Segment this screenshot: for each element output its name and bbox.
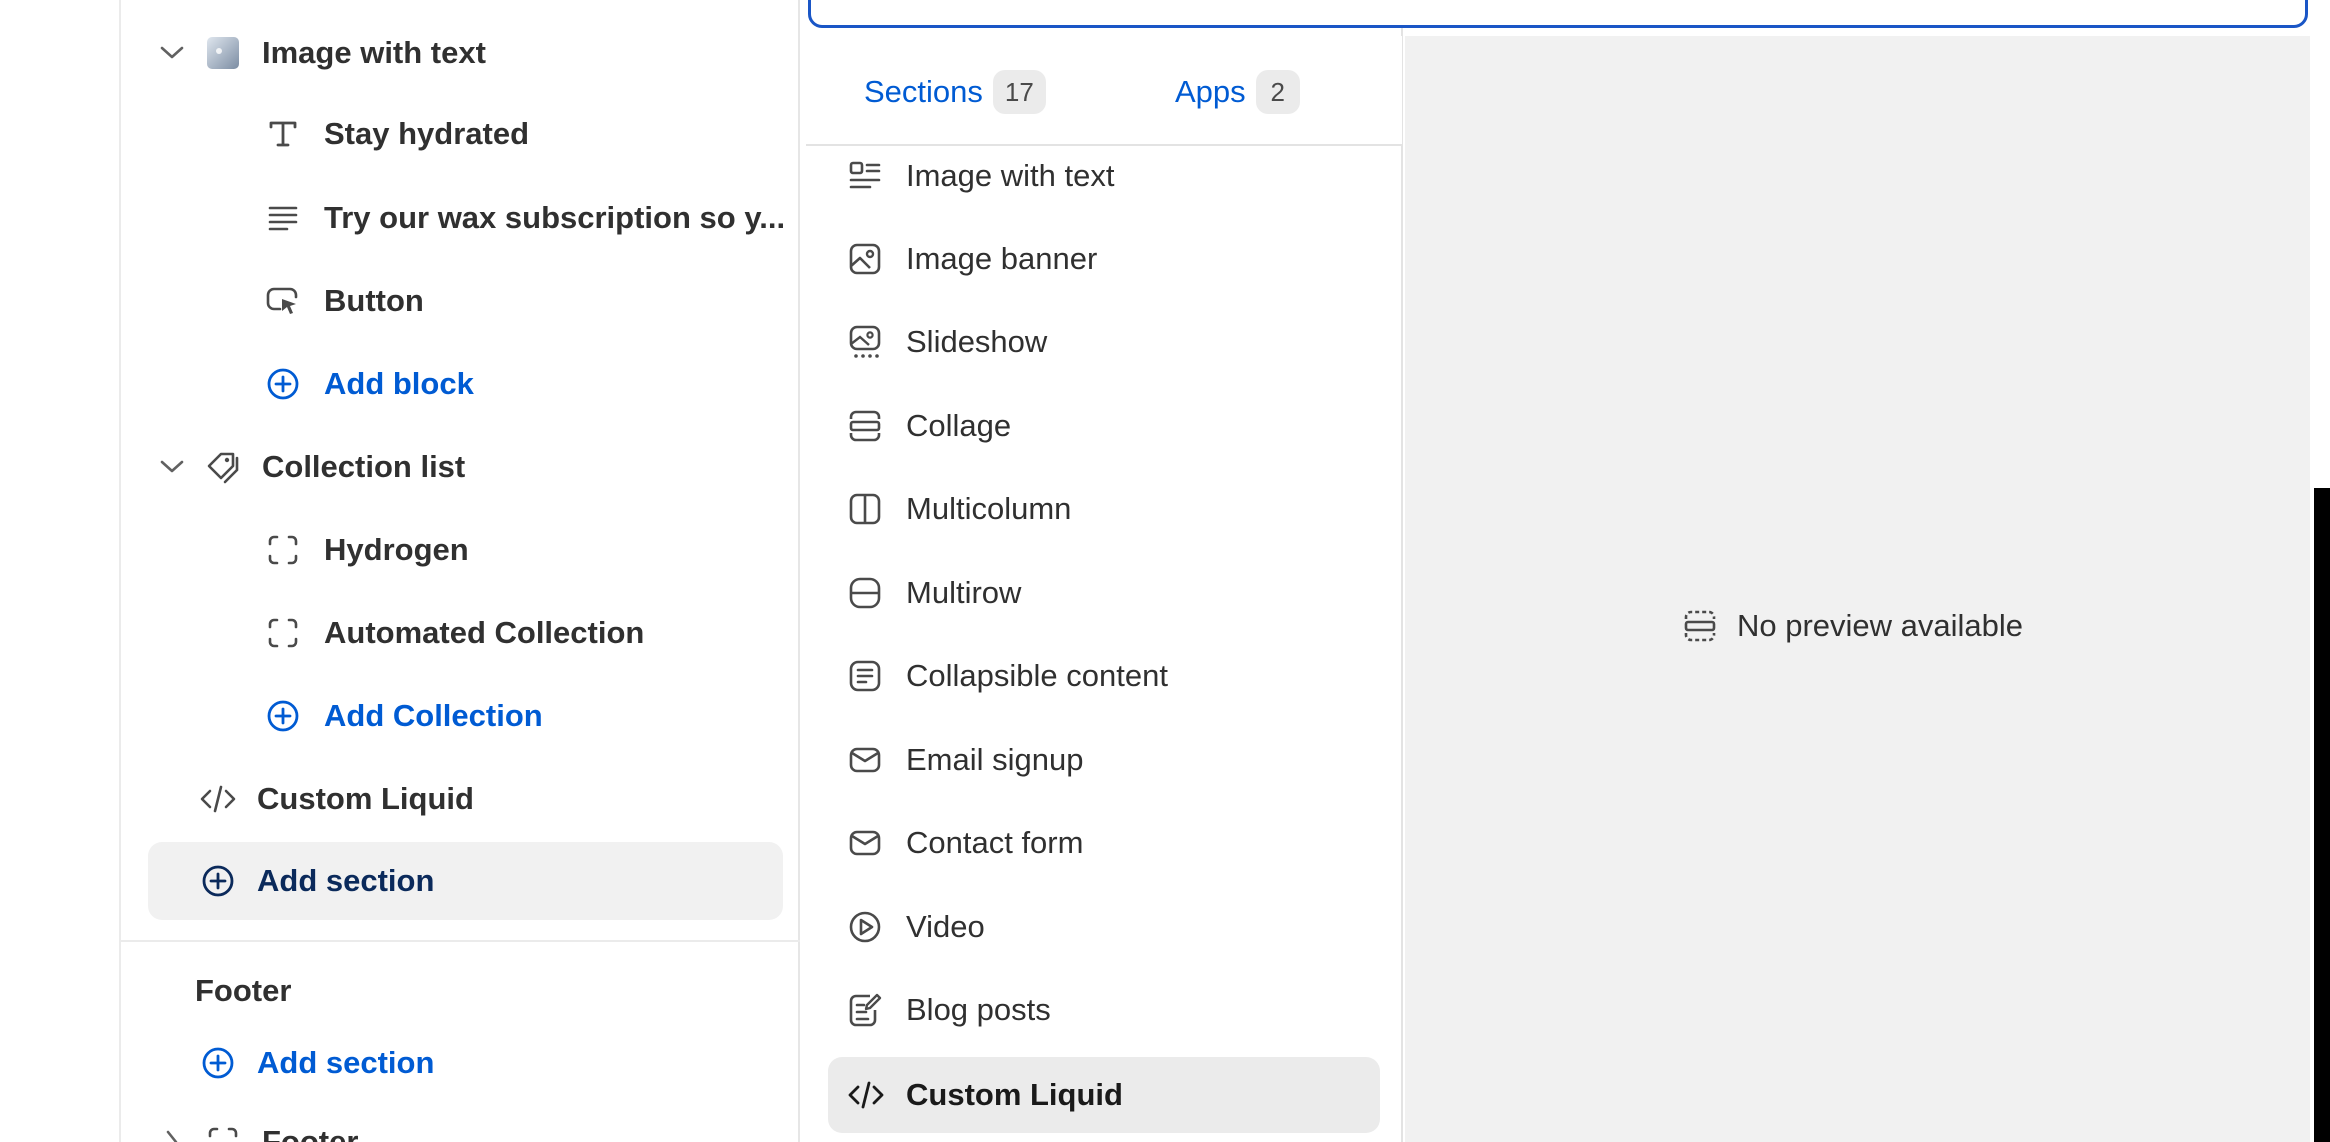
tag-icon (204, 448, 242, 486)
picker-item-label: Contact form (906, 825, 1084, 860)
section-preview (1405, 36, 2310, 1142)
plus-circle-icon (199, 862, 237, 900)
footer-group-heading: Footer (195, 953, 291, 1029)
chevron-down-icon[interactable] (158, 34, 186, 72)
dashed-square-icon (204, 1123, 242, 1142)
picker-item-image-banner[interactable]: Image banner (828, 219, 1380, 299)
footer-add-section-label: Add section (257, 1045, 435, 1080)
tab-sections-label: Sections (864, 74, 983, 109)
tree-block-stay-hydrated[interactable]: Stay hydrated (264, 96, 529, 172)
plus-circle-icon (264, 365, 302, 403)
picker-item-slideshow[interactable]: Slideshow (828, 302, 1380, 382)
picker-item-custom-liquid[interactable]: Custom Liquid (828, 1057, 1380, 1133)
tab-sections[interactable]: Sections 17 (864, 70, 1046, 114)
picker-item-label: Image banner (906, 241, 1098, 276)
picker-item-multicolumn[interactable]: Multicolumn (828, 469, 1380, 549)
tree-block-label: Try our wax subscription so y... (324, 200, 786, 235)
picker-item-collage[interactable]: Collage (828, 386, 1380, 466)
image-with-text-icon (828, 159, 898, 193)
section-search-input[interactable] (808, 0, 2308, 28)
picker-item-label: Blog posts (906, 992, 1051, 1027)
image-banner-icon (828, 242, 898, 276)
dashed-square-icon (264, 614, 302, 652)
tree-block-hydrogen[interactable]: Hydrogen (264, 512, 469, 588)
section-divider (121, 940, 800, 942)
blog-icon (828, 992, 898, 1028)
add-block-button[interactable]: Add block (264, 346, 474, 422)
picker-item-email-signup[interactable]: Email signup (828, 720, 1380, 800)
picker-item-blog-posts[interactable]: Blog posts (828, 970, 1380, 1050)
add-collection-button[interactable]: Add Collection (264, 678, 543, 754)
tree-section-collection-list[interactable]: Collection list (158, 429, 465, 505)
text-icon (264, 115, 302, 153)
collage-icon (828, 409, 898, 443)
email-icon (828, 745, 898, 775)
picker-item-label: Multicolumn (906, 491, 1072, 526)
collapsible-icon (828, 659, 898, 693)
left-gutter (0, 0, 121, 1142)
play-icon (828, 910, 898, 944)
picker-item-contact-form[interactable]: Contact form (828, 803, 1380, 883)
picker-item-label: Multirow (906, 575, 1022, 610)
tree-block-wax-subscription[interactable]: Try our wax subscription so y... (264, 180, 785, 256)
picker-item-label: Video (906, 909, 985, 944)
no-preview-text: No preview available (1737, 608, 2024, 643)
footer-add-section-button[interactable]: Add section (199, 1025, 434, 1101)
paragraph-icon (264, 199, 302, 237)
tree-block-label: Button (324, 283, 424, 318)
add-section-label: Add section (257, 863, 435, 898)
slideshow-icon (828, 324, 898, 360)
code-icon (828, 1079, 898, 1111)
picker-item-image-with-text[interactable]: Image with text (828, 136, 1380, 216)
add-block-label: Add block (324, 366, 474, 401)
picker-item-label: Collage (906, 408, 1012, 443)
tab-apps[interactable]: Apps 2 (1175, 70, 1300, 114)
email-icon (828, 828, 898, 858)
code-icon (199, 780, 237, 818)
tree-block-button[interactable]: Button (264, 263, 424, 339)
picker-item-label: Slideshow (906, 324, 1048, 359)
tree-section-label: Footer (262, 1124, 359, 1142)
edge-bar (2314, 488, 2330, 1142)
image-thumbnail-icon (204, 34, 242, 72)
picker-item-multirow[interactable]: Multirow (828, 553, 1380, 633)
tab-apps-count: 2 (1255, 70, 1300, 114)
tab-sections-count: 17 (992, 70, 1046, 114)
tree-section-label: Image with text (262, 35, 486, 70)
tree-section-label: Collection list (262, 449, 466, 484)
button-cursor-icon (264, 282, 302, 320)
tree-section-label: Custom Liquid (257, 781, 474, 816)
picker-item-collapsible-content[interactable]: Collapsible content (828, 636, 1380, 716)
picker-item-label: Collapsible content (906, 658, 1168, 693)
picker-item-label: Custom Liquid (906, 1077, 1123, 1112)
tab-apps-label: Apps (1175, 74, 1246, 109)
dashed-square-icon (264, 531, 302, 569)
multicolumn-icon (828, 492, 898, 526)
tree-section-image-with-text[interactable]: Image with text (158, 15, 486, 91)
multirow-icon (828, 576, 898, 610)
picker-item-label: Email signup (906, 742, 1084, 777)
tree-block-automated-collection[interactable]: Automated Collection (264, 595, 644, 671)
add-section-button[interactable]: Add section (199, 843, 434, 919)
tree-block-label: Automated Collection (324, 615, 645, 650)
tree-block-label: Stay hydrated (324, 116, 530, 151)
plus-circle-icon (199, 1044, 237, 1082)
tree-block-label: Hydrogen (324, 532, 469, 567)
picker-item-video[interactable]: Video (828, 887, 1380, 967)
chevron-down-icon[interactable] (158, 448, 186, 486)
no-preview-message: No preview available (1683, 608, 2023, 644)
add-collection-label: Add Collection (324, 698, 543, 733)
picker-item-label: Image with text (906, 158, 1115, 193)
footer-heading-label: Footer (195, 973, 292, 1008)
plus-circle-icon (264, 697, 302, 735)
no-preview-icon (1683, 609, 1717, 643)
tree-section-custom-liquid[interactable]: Custom Liquid (199, 761, 474, 837)
tree-section-footer[interactable]: Footer (158, 1104, 358, 1142)
chevron-right-icon[interactable] (158, 1123, 186, 1142)
